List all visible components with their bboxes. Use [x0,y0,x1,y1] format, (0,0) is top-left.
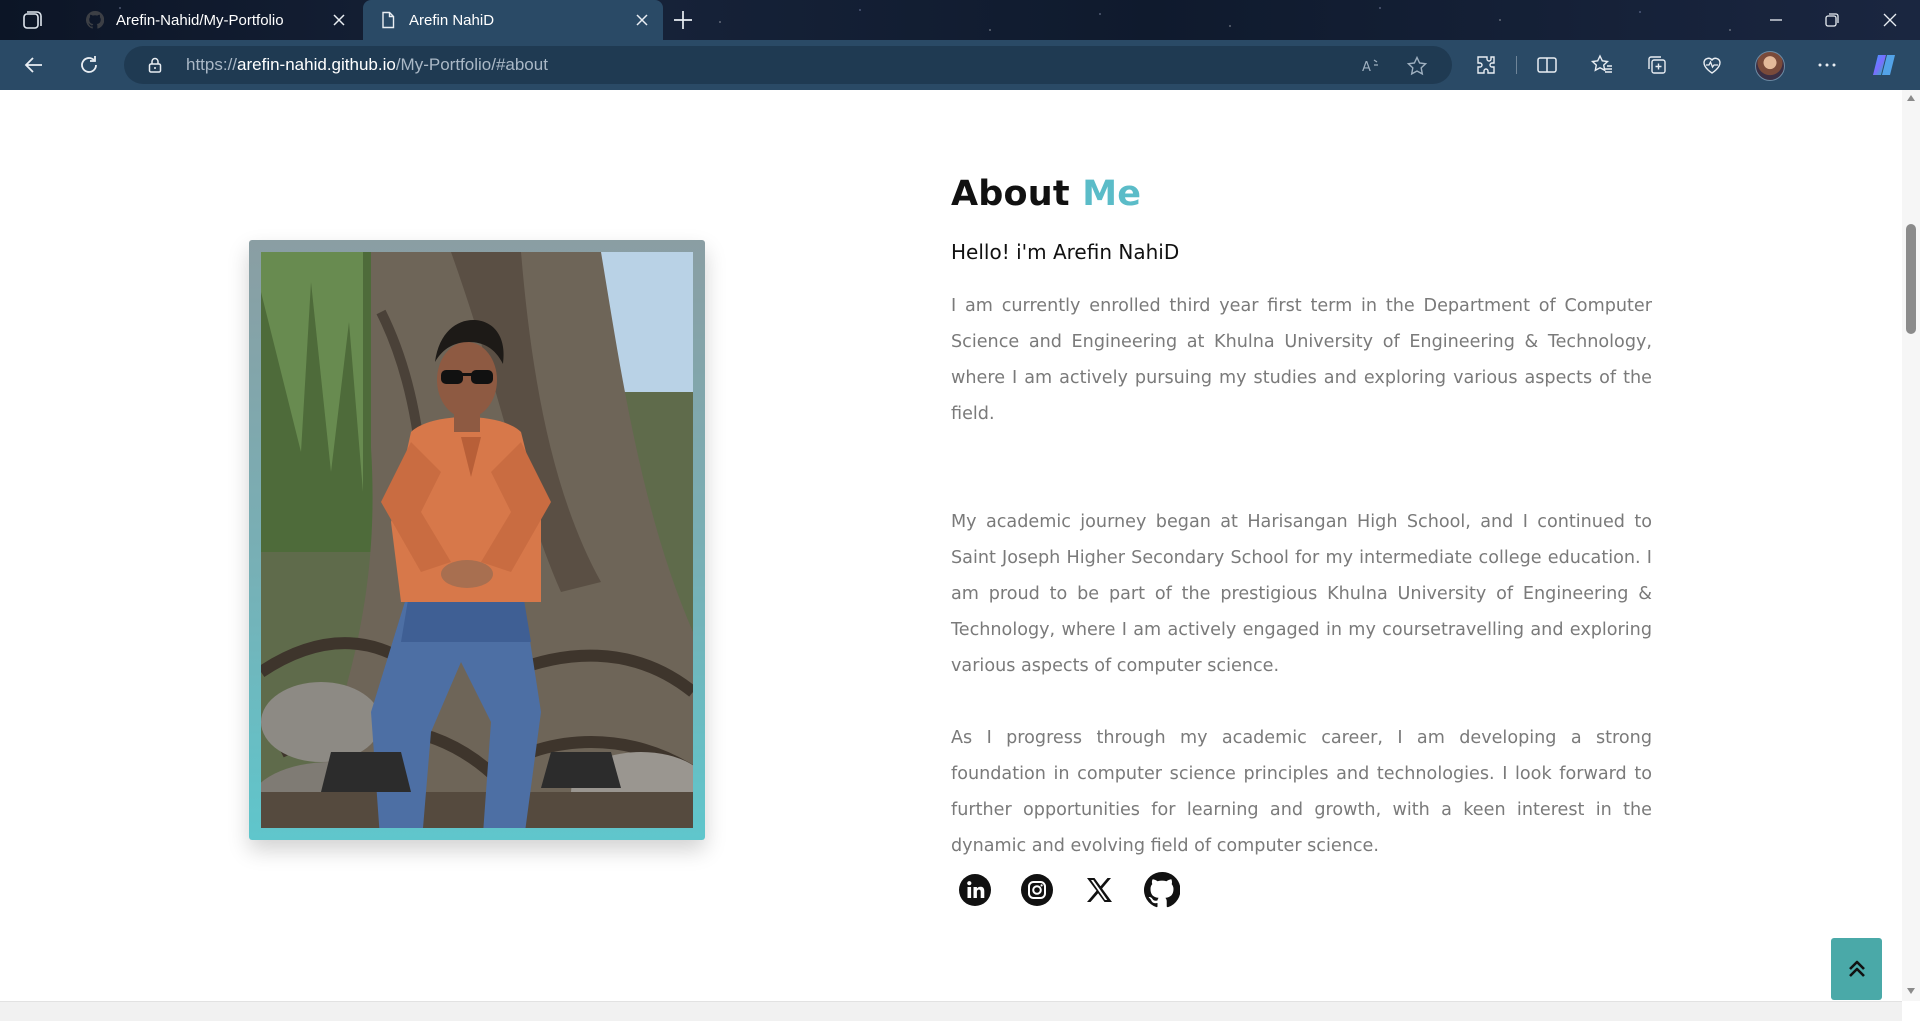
url-scheme: https:// [186,55,238,74]
scroll-up-arrow-icon[interactable] [1907,94,1915,102]
url-path: /My-Portfolio/#about [395,55,548,74]
copilot-icon[interactable] [1870,52,1898,78]
section-title-main: About [951,174,1070,214]
refresh-icon[interactable] [77,53,101,77]
github-icon[interactable] [1144,872,1180,908]
browser-toolbar: https://arefin-nahid.github.io/My-Portfo… [0,40,1920,90]
double-chevron-up-icon [1848,960,1865,977]
tab-title: Arefin NahiD [409,11,495,29]
url-host: arefin-nahid.github.io [237,55,396,74]
profile-photo [261,252,693,828]
lock-icon[interactable] [146,56,164,74]
more-options-icon[interactable] [1815,53,1839,77]
about-paragraph: My academic journey began at Harisangan … [951,512,1652,676]
tab-github-repo[interactable]: Arefin-Nahid/My-Portfolio [70,0,360,40]
x-icon[interactable] [1081,872,1117,908]
close-window-icon[interactable] [1878,8,1902,32]
linkedin-icon[interactable] [957,872,993,908]
profile-avatar[interactable] [1755,51,1785,81]
page-scrollbar[interactable] [1902,90,1920,1001]
close-icon[interactable] [635,13,649,27]
profile-photo-illustration [261,252,693,828]
github-icon [86,11,104,29]
about-paragraph: As I progress through my academic career… [951,728,1652,856]
favorite-star-icon[interactable] [1406,55,1428,77]
minimize-icon[interactable] [1764,8,1788,32]
split-screen-icon[interactable] [1535,53,1559,77]
favorites-icon[interactable] [1590,53,1614,77]
page-icon [382,11,395,29]
collections-icon[interactable] [1645,53,1669,77]
back-icon[interactable] [22,53,46,77]
profile-photo-frame [249,240,705,840]
address-bar[interactable]: https://arefin-nahid.github.io/My-Portfo… [124,46,1452,84]
section-title: About Me [951,174,1141,214]
instagram-icon[interactable] [1019,872,1055,908]
about-paragraph: I am currently enrolled third year first… [951,296,1652,424]
scrollbar-thumb[interactable] [1906,224,1916,334]
read-aloud-icon[interactable]: A [1360,55,1382,77]
svg-text:A: A [1362,60,1371,75]
section-title-accent: Me [1082,174,1142,214]
tab-actions-icon[interactable] [18,9,46,31]
toolbar-separator [1516,56,1517,74]
greeting-heading: Hello! i'm Arefin NahiD [951,240,1180,264]
browser-titlebar: Arefin-Nahid/My-Portfolio Arefin NahiD [0,0,1920,40]
back-to-top-button[interactable] [1831,938,1882,1000]
new-tab-icon[interactable] [672,9,694,31]
extensions-icon[interactable] [1474,53,1498,77]
restore-icon[interactable] [1820,8,1844,32]
tab-title: Arefin-Nahid/My-Portfolio [116,11,284,29]
next-section-edge [0,1001,1902,1021]
url-text[interactable]: https://arefin-nahid.github.io/My-Portfo… [186,55,548,75]
about-section: About Me Hello! i'm Arefin NahiD I am cu… [0,90,1902,1001]
browser-essentials-icon[interactable] [1700,53,1724,77]
scroll-down-arrow-icon[interactable] [1907,987,1915,995]
close-icon[interactable] [332,13,346,27]
tab-portfolio[interactable]: Arefin NahiD [363,0,663,40]
